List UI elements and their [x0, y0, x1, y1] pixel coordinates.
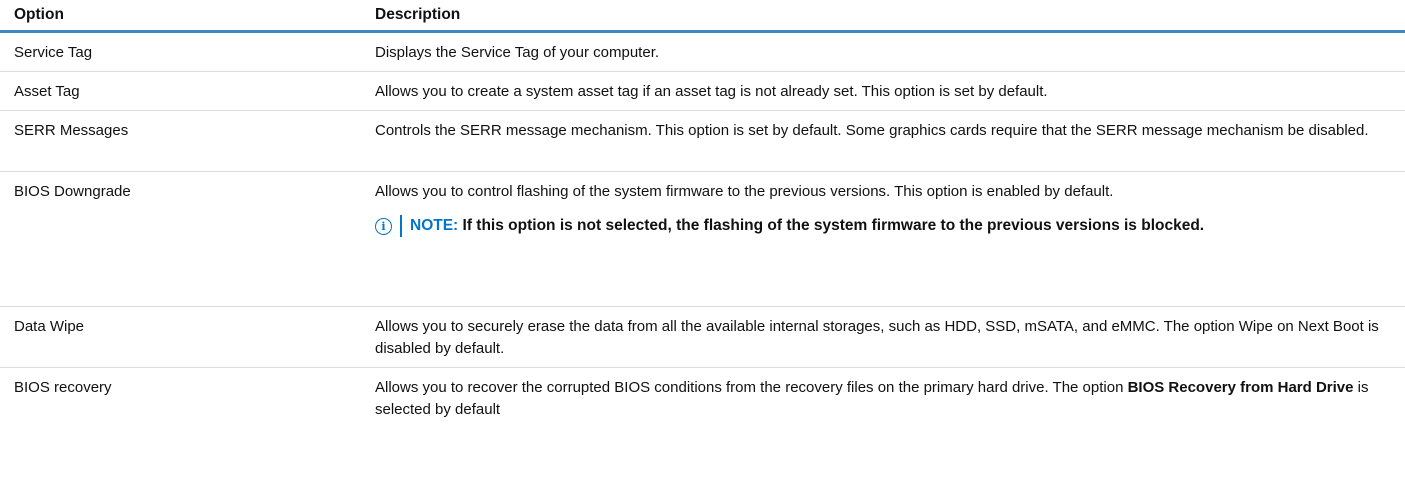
header-option: Option [14, 6, 64, 23]
option-description: Allows you to create a system asset tag … [375, 83, 1048, 100]
note-text: If this option is not selected, the flas… [462, 217, 1205, 234]
option-name: BIOS Downgrade [14, 183, 131, 200]
option-name: Service Tag [14, 44, 93, 61]
option-description: Allows you to control flashing of the sy… [375, 183, 1114, 200]
note-body: NOTE: If this option is not selected, th… [410, 215, 1204, 237]
description-bold-setting: BIOS Recovery from Hard Drive [1127, 379, 1354, 396]
option-description: Allows you to securely erase the data fr… [375, 318, 1379, 357]
note-divider [400, 215, 402, 237]
header-description: Description [375, 6, 461, 23]
table-row: BIOS Downgrade Allows you to control fla… [0, 172, 1405, 307]
option-name: Data Wipe [14, 318, 85, 335]
note-callout: i NOTE: If this option is not selected, … [375, 215, 1395, 237]
option-name: BIOS recovery [14, 379, 112, 396]
table-row: BIOS recovery Allows you to recover the … [0, 368, 1405, 432]
info-circle-icon: i [375, 218, 392, 235]
option-description: Controls the SERR message mechanism. Thi… [375, 122, 1369, 139]
table-row: SERR Messages Controls the SERR message … [0, 111, 1405, 172]
option-name: SERR Messages [14, 122, 129, 139]
table-row: Data Wipe Allows you to securely erase t… [0, 307, 1405, 368]
option-description: Displays the Service Tag of your compute… [375, 44, 660, 61]
bios-settings-table: Option Description Service Tag Displays … [0, 0, 1405, 432]
option-name: Asset Tag [14, 83, 80, 100]
table-header: Option Description [0, 0, 1405, 33]
note-label: NOTE: [410, 217, 459, 234]
option-description-cell: Allows you to control flashing of the sy… [375, 172, 1405, 237]
option-description: Allows you to recover the corrupted BIOS… [375, 368, 1405, 421]
table-row: Asset Tag Allows you to create a system … [0, 72, 1405, 111]
description-text: Allows you to recover the corrupted BIOS… [375, 379, 1128, 396]
table-row: Service Tag Displays the Service Tag of … [0, 33, 1405, 72]
